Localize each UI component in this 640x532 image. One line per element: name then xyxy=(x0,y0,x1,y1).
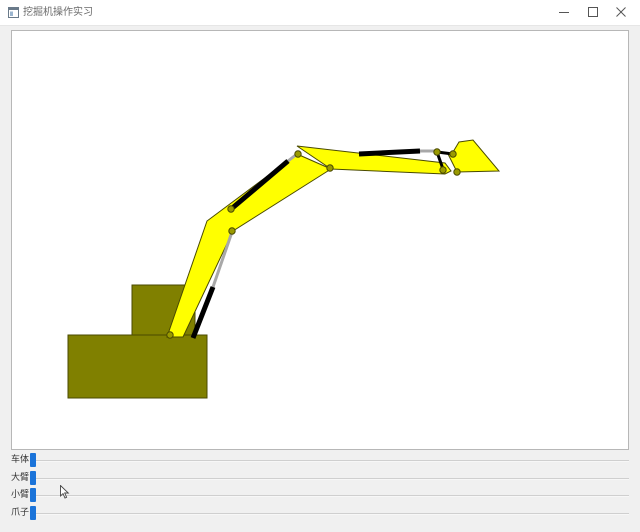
stick-slider-track[interactable] xyxy=(30,495,629,497)
pivot-boom-upper xyxy=(227,205,235,213)
control-row-claw: 爪子 xyxy=(0,505,640,522)
boom-slider-handle[interactable] xyxy=(30,471,36,485)
excavator-boom xyxy=(166,153,333,338)
bucket-cylinder-barrel xyxy=(358,148,421,157)
pivot-stick-root xyxy=(326,164,334,172)
control-row-boom: 大臂 xyxy=(0,470,640,487)
close-button[interactable] xyxy=(607,0,635,24)
excavator-base xyxy=(67,334,208,399)
close-icon xyxy=(616,7,626,17)
stick-slider-handle[interactable] xyxy=(30,488,36,502)
claw-slider-handle[interactable] xyxy=(30,506,36,520)
control-label-stick: 小臂 xyxy=(11,490,30,500)
title-bar: 挖掘机操作实习 xyxy=(0,0,640,26)
mouse-cursor-icon xyxy=(60,485,70,499)
claw-slider-track[interactable] xyxy=(30,513,629,515)
control-row-body: 车体 xyxy=(0,452,640,469)
control-label-body: 车体 xyxy=(11,455,30,465)
maximize-button[interactable] xyxy=(579,0,607,24)
pivot-bucket-hinge xyxy=(453,168,461,176)
window-title: 挖掘机操作实习 xyxy=(23,7,93,18)
control-label-claw: 爪子 xyxy=(11,508,30,518)
pivot-boom-cylinder xyxy=(228,227,236,235)
boom-slider-track[interactable] xyxy=(30,478,629,480)
minimize-icon xyxy=(559,12,569,13)
control-label-boom: 大臂 xyxy=(11,473,30,483)
excavator-scene xyxy=(67,139,501,399)
pivot-base xyxy=(166,331,174,339)
excavator-canvas xyxy=(11,30,629,450)
maximize-icon xyxy=(588,7,598,17)
pivot-bucket-top xyxy=(449,150,457,158)
pivot-stick-tip xyxy=(439,166,447,174)
app-window-icon xyxy=(8,7,19,18)
control-row-stick: 小臂 xyxy=(0,487,640,504)
pivot-bucket-link xyxy=(433,148,441,156)
body-slider-track[interactable] xyxy=(30,460,629,462)
pivot-boom-tip xyxy=(294,150,302,158)
minimize-button[interactable] xyxy=(550,0,578,24)
body-slider-handle[interactable] xyxy=(30,453,36,467)
